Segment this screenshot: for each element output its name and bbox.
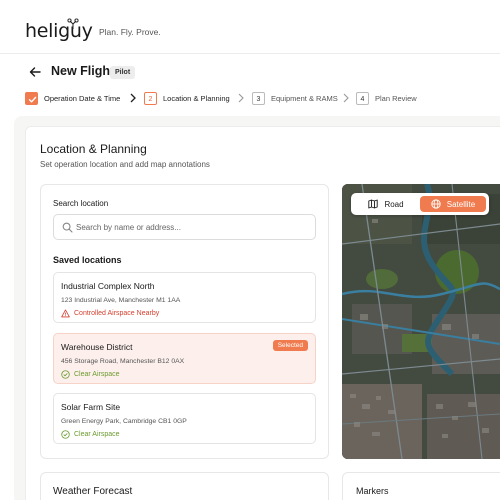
step-check-icon: [25, 91, 38, 105]
top-bar: heliguy Plan. Fly. Prove.: [0, 0, 500, 54]
markers-title: Markers: [356, 486, 389, 496]
map-view-toggle: Road Satellite: [351, 193, 489, 215]
saved-location-item[interactable]: Industrial Complex North 123 Industrial …: [53, 272, 316, 323]
satellite-view-button[interactable]: Satellite: [420, 196, 486, 212]
airspace-status: Clear Airspace: [61, 370, 120, 379]
drone-logo-icon: [67, 18, 79, 29]
section-title: Location & Planning: [40, 142, 147, 156]
weather-forecast-title: Weather Forecast: [53, 486, 133, 497]
step-number: 4: [356, 91, 369, 105]
step-label: Location & Planning: [163, 93, 230, 103]
location-address: 456 Storage Road, Manchester B12 0AX: [61, 358, 185, 365]
check-circle-icon: [61, 430, 70, 439]
chevron-right-icon: [130, 93, 136, 103]
step-label: Operation Date & Time: [44, 93, 121, 103]
brand-tagline: Plan. Fly. Prove.: [99, 27, 161, 37]
satellite-view-label: Satellite: [446, 199, 476, 209]
selected-badge: Selected: [272, 340, 308, 351]
warning-icon: [61, 309, 70, 318]
airspace-status-text: Clear Airspace: [74, 371, 120, 378]
location-name: Industrial Complex North: [61, 281, 155, 291]
airspace-status: Clear Airspace: [61, 430, 120, 439]
step-number: 2: [144, 91, 157, 105]
airspace-status-text: Clear Airspace: [74, 431, 120, 438]
step-number: 3: [252, 91, 265, 105]
search-icon: [62, 222, 73, 233]
step-label: Equipment & RAMS: [271, 93, 338, 103]
step-operation-date-time[interactable]: Operation Date & Time: [25, 90, 120, 106]
search-input[interactable]: Search by name or address...: [53, 214, 316, 240]
airspace-status: Controlled Airspace Nearby: [61, 309, 159, 318]
location-name: Warehouse District: [61, 342, 133, 352]
back-arrow-icon[interactable]: [28, 65, 42, 79]
location-name: Solar Farm Site: [61, 402, 121, 412]
satellite-map[interactable]: [342, 184, 500, 459]
location-address: Green Energy Park, Cambridge CB1 0GP: [61, 418, 187, 425]
step-location-planning[interactable]: 2 Location & Planning: [144, 90, 230, 106]
page-title: New Flight: [51, 64, 115, 78]
search-label: Search location: [53, 199, 109, 208]
brand-logo[interactable]: heliguy: [25, 20, 93, 42]
location-address: 123 Industrial Ave, Manchester M1 1AA: [61, 297, 181, 304]
road-view-button[interactable]: Road: [354, 196, 418, 212]
saved-location-item-selected[interactable]: Warehouse District Selected 456 Storage …: [53, 333, 316, 384]
section-subtitle: Set operation location and add map annot…: [40, 160, 210, 169]
search-placeholder: Search by name or address...: [76, 223, 181, 232]
map-icon: [368, 199, 379, 209]
saved-locations-title: Saved locations: [53, 255, 122, 265]
step-plan-review[interactable]: 4 Plan Review: [356, 90, 417, 106]
check-circle-icon: [61, 370, 70, 379]
chevron-right-icon: [343, 93, 349, 103]
role-badge: Pilot: [110, 66, 136, 79]
step-label: Plan Review: [375, 93, 417, 103]
globe-icon: [431, 199, 441, 209]
saved-location-item[interactable]: Solar Farm Site Green Energy Park, Cambr…: [53, 393, 316, 444]
step-equipment-rams[interactable]: 3 Equipment & RAMS: [252, 90, 338, 106]
road-view-label: Road: [384, 199, 404, 209]
chevron-right-icon: [238, 93, 244, 103]
map-imagery: [342, 184, 500, 459]
airspace-status-text: Controlled Airspace Nearby: [74, 310, 160, 317]
